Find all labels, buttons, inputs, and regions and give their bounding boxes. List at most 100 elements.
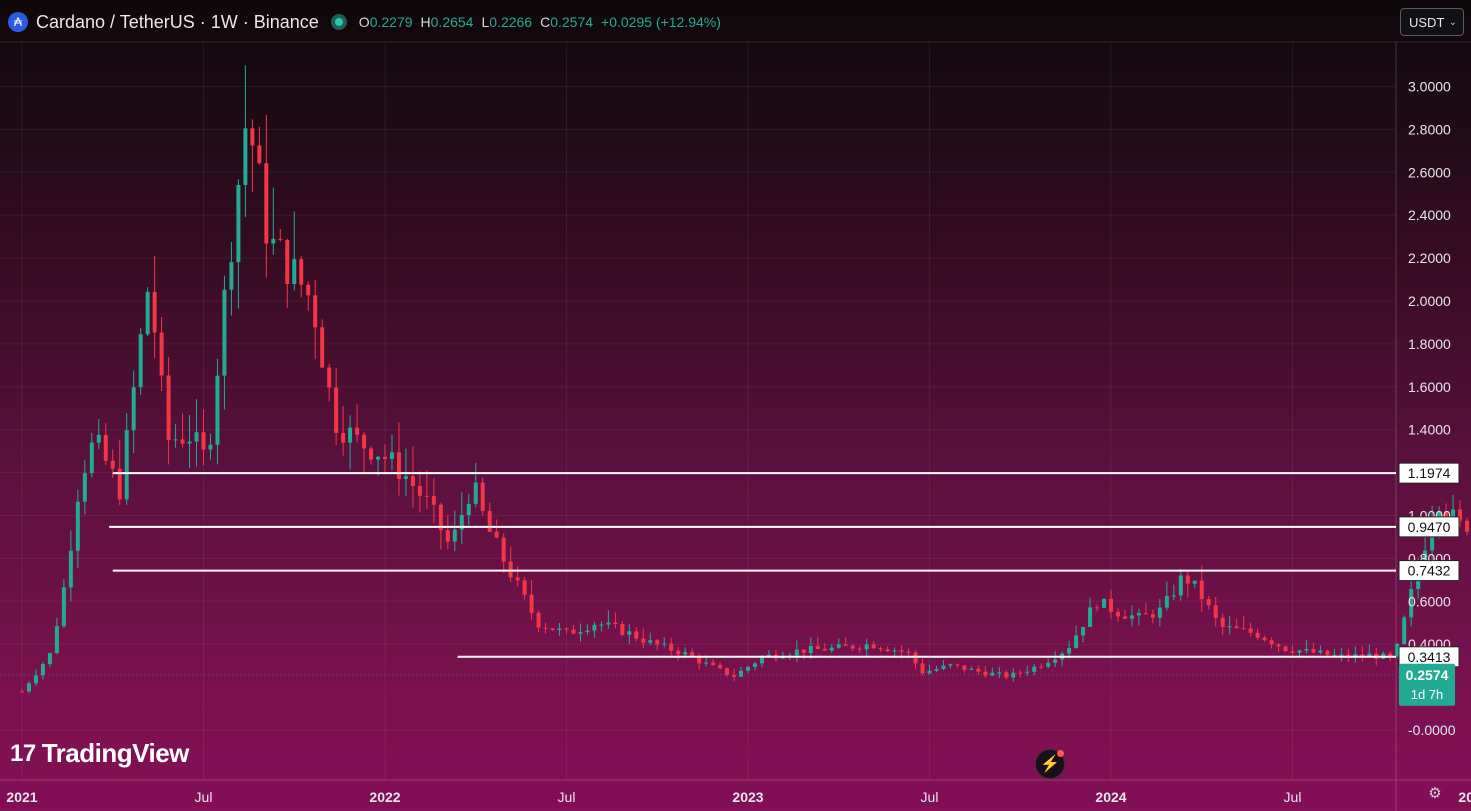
candle-body (1283, 646, 1288, 652)
candle-body (243, 128, 248, 186)
price-tick-label: 3.0000 (1408, 79, 1451, 95)
candle-body (1157, 607, 1162, 618)
candle-body (341, 432, 346, 443)
candle-body (47, 653, 52, 665)
candle-body (578, 632, 583, 634)
candle-body (452, 529, 457, 542)
chevron-down-icon: ⌄ (1448, 16, 1457, 28)
price-chart[interactable]: 3.0000 2.8000 2.6000 2.4000 2.2000 2.0000 1.80… (0, 0, 1471, 811)
candle-body (829, 647, 834, 651)
level-tag-text: 0.9470 (1408, 519, 1451, 535)
candle-body (299, 259, 304, 285)
candle-body (515, 577, 520, 581)
candle-body (899, 650, 904, 652)
candle-body (955, 664, 960, 666)
candle-body (983, 671, 988, 676)
candle-body (1255, 632, 1260, 638)
candle-body (676, 650, 681, 655)
time-tick-label: 2025 (1458, 789, 1471, 805)
symbol-header: ₳ Cardano / TetherUS · 1W · Binance O0.2… (8, 10, 721, 34)
candle-body (389, 452, 394, 459)
candle-body (969, 668, 974, 670)
price-axis[interactable]: 3.0000 2.8000 2.6000 2.4000 2.2000 2.0000 1.80… (1408, 79, 1456, 739)
candle-body (1150, 614, 1155, 618)
currency-selector[interactable]: USDT ⌄ (1400, 8, 1464, 36)
candle-body (752, 663, 757, 667)
notification-badge (1057, 750, 1064, 757)
candle-body (131, 387, 136, 431)
tradingview-logo[interactable]: 17 TradingView (10, 738, 189, 769)
candle-body (54, 626, 59, 654)
symbol-title[interactable]: Cardano / TetherUS · 1W · Binance (36, 12, 319, 33)
candle-body (746, 666, 750, 671)
candle-body (320, 327, 325, 368)
price-tick-label: 2.8000 (1408, 121, 1451, 137)
grid-lines (0, 41, 1471, 811)
candle-body (1095, 607, 1100, 609)
candle-body (1088, 607, 1093, 627)
candle-body (913, 652, 918, 664)
candle-body (927, 670, 932, 674)
candle-body (278, 238, 283, 240)
horizontal-levels[interactable] (109, 472, 1396, 658)
candle-body (466, 503, 471, 516)
candle-body (334, 387, 339, 433)
candle-body (606, 622, 611, 625)
ohlc-low: L0.2266 (481, 14, 533, 30)
candle-body (1332, 654, 1337, 656)
candle-body (592, 624, 597, 631)
candle-body (585, 630, 590, 633)
level-price-tag: 0.9470 (1398, 516, 1460, 538)
candle-body (1129, 615, 1134, 619)
candle-body (1109, 598, 1113, 612)
candle-body (103, 434, 108, 461)
candle-body (508, 561, 513, 578)
candle-body (410, 476, 415, 486)
candle-body (1032, 666, 1037, 672)
candle-body (68, 550, 73, 588)
level-tag-text: 1.1974 (1408, 465, 1451, 481)
settings-button[interactable]: ⚙ (1425, 783, 1445, 803)
candle-body (124, 430, 129, 500)
candle-body (529, 594, 534, 613)
market-open-icon (330, 14, 347, 30)
candle-body (1122, 616, 1127, 619)
candle-body (1451, 509, 1456, 518)
candle-body (159, 332, 164, 376)
logo-text: TradingView (41, 738, 190, 768)
candle-body (152, 291, 157, 333)
time-tick-label: 2022 (369, 789, 400, 805)
currency-label: USDT (1409, 14, 1445, 30)
price-tick-label: 1.4000 (1408, 422, 1451, 438)
candle-body (1297, 650, 1302, 653)
candle-body (173, 439, 178, 441)
cardano-icon[interactable]: ₳ (8, 12, 28, 32)
price-tick-label: 1.8000 (1408, 336, 1451, 352)
candle-body (1192, 580, 1197, 584)
candle-body (292, 259, 297, 285)
bolt-button[interactable]: ⚡ (1035, 749, 1065, 779)
candle-body (822, 648, 827, 651)
level-price-tag: 1.1974 (1398, 462, 1460, 484)
candle-body (941, 665, 946, 669)
candle-body (794, 649, 799, 656)
candle-body (215, 375, 220, 445)
candle-body (1136, 613, 1141, 616)
candle-body (20, 691, 24, 693)
candle-body (187, 441, 192, 444)
candle-body (1067, 647, 1072, 654)
candle-body (487, 510, 492, 532)
time-tick-label: 2021 (6, 789, 37, 805)
candle-body (1276, 644, 1281, 647)
candle-body (627, 631, 632, 635)
candle-body (1115, 611, 1120, 617)
candle-body (543, 627, 548, 629)
candle-body (1074, 635, 1079, 648)
price-tick-label: 0.6000 (1408, 593, 1451, 609)
candle-body (1339, 654, 1344, 656)
candle-body (1290, 651, 1295, 653)
candle-body (662, 643, 667, 645)
level-price-tag: 0.7432 (1398, 560, 1460, 582)
time-axis[interactable]: 2021Jul2022Jul2023Jul2024Jul2025Jul2026J… (6, 789, 1471, 805)
candle-body (801, 649, 806, 653)
